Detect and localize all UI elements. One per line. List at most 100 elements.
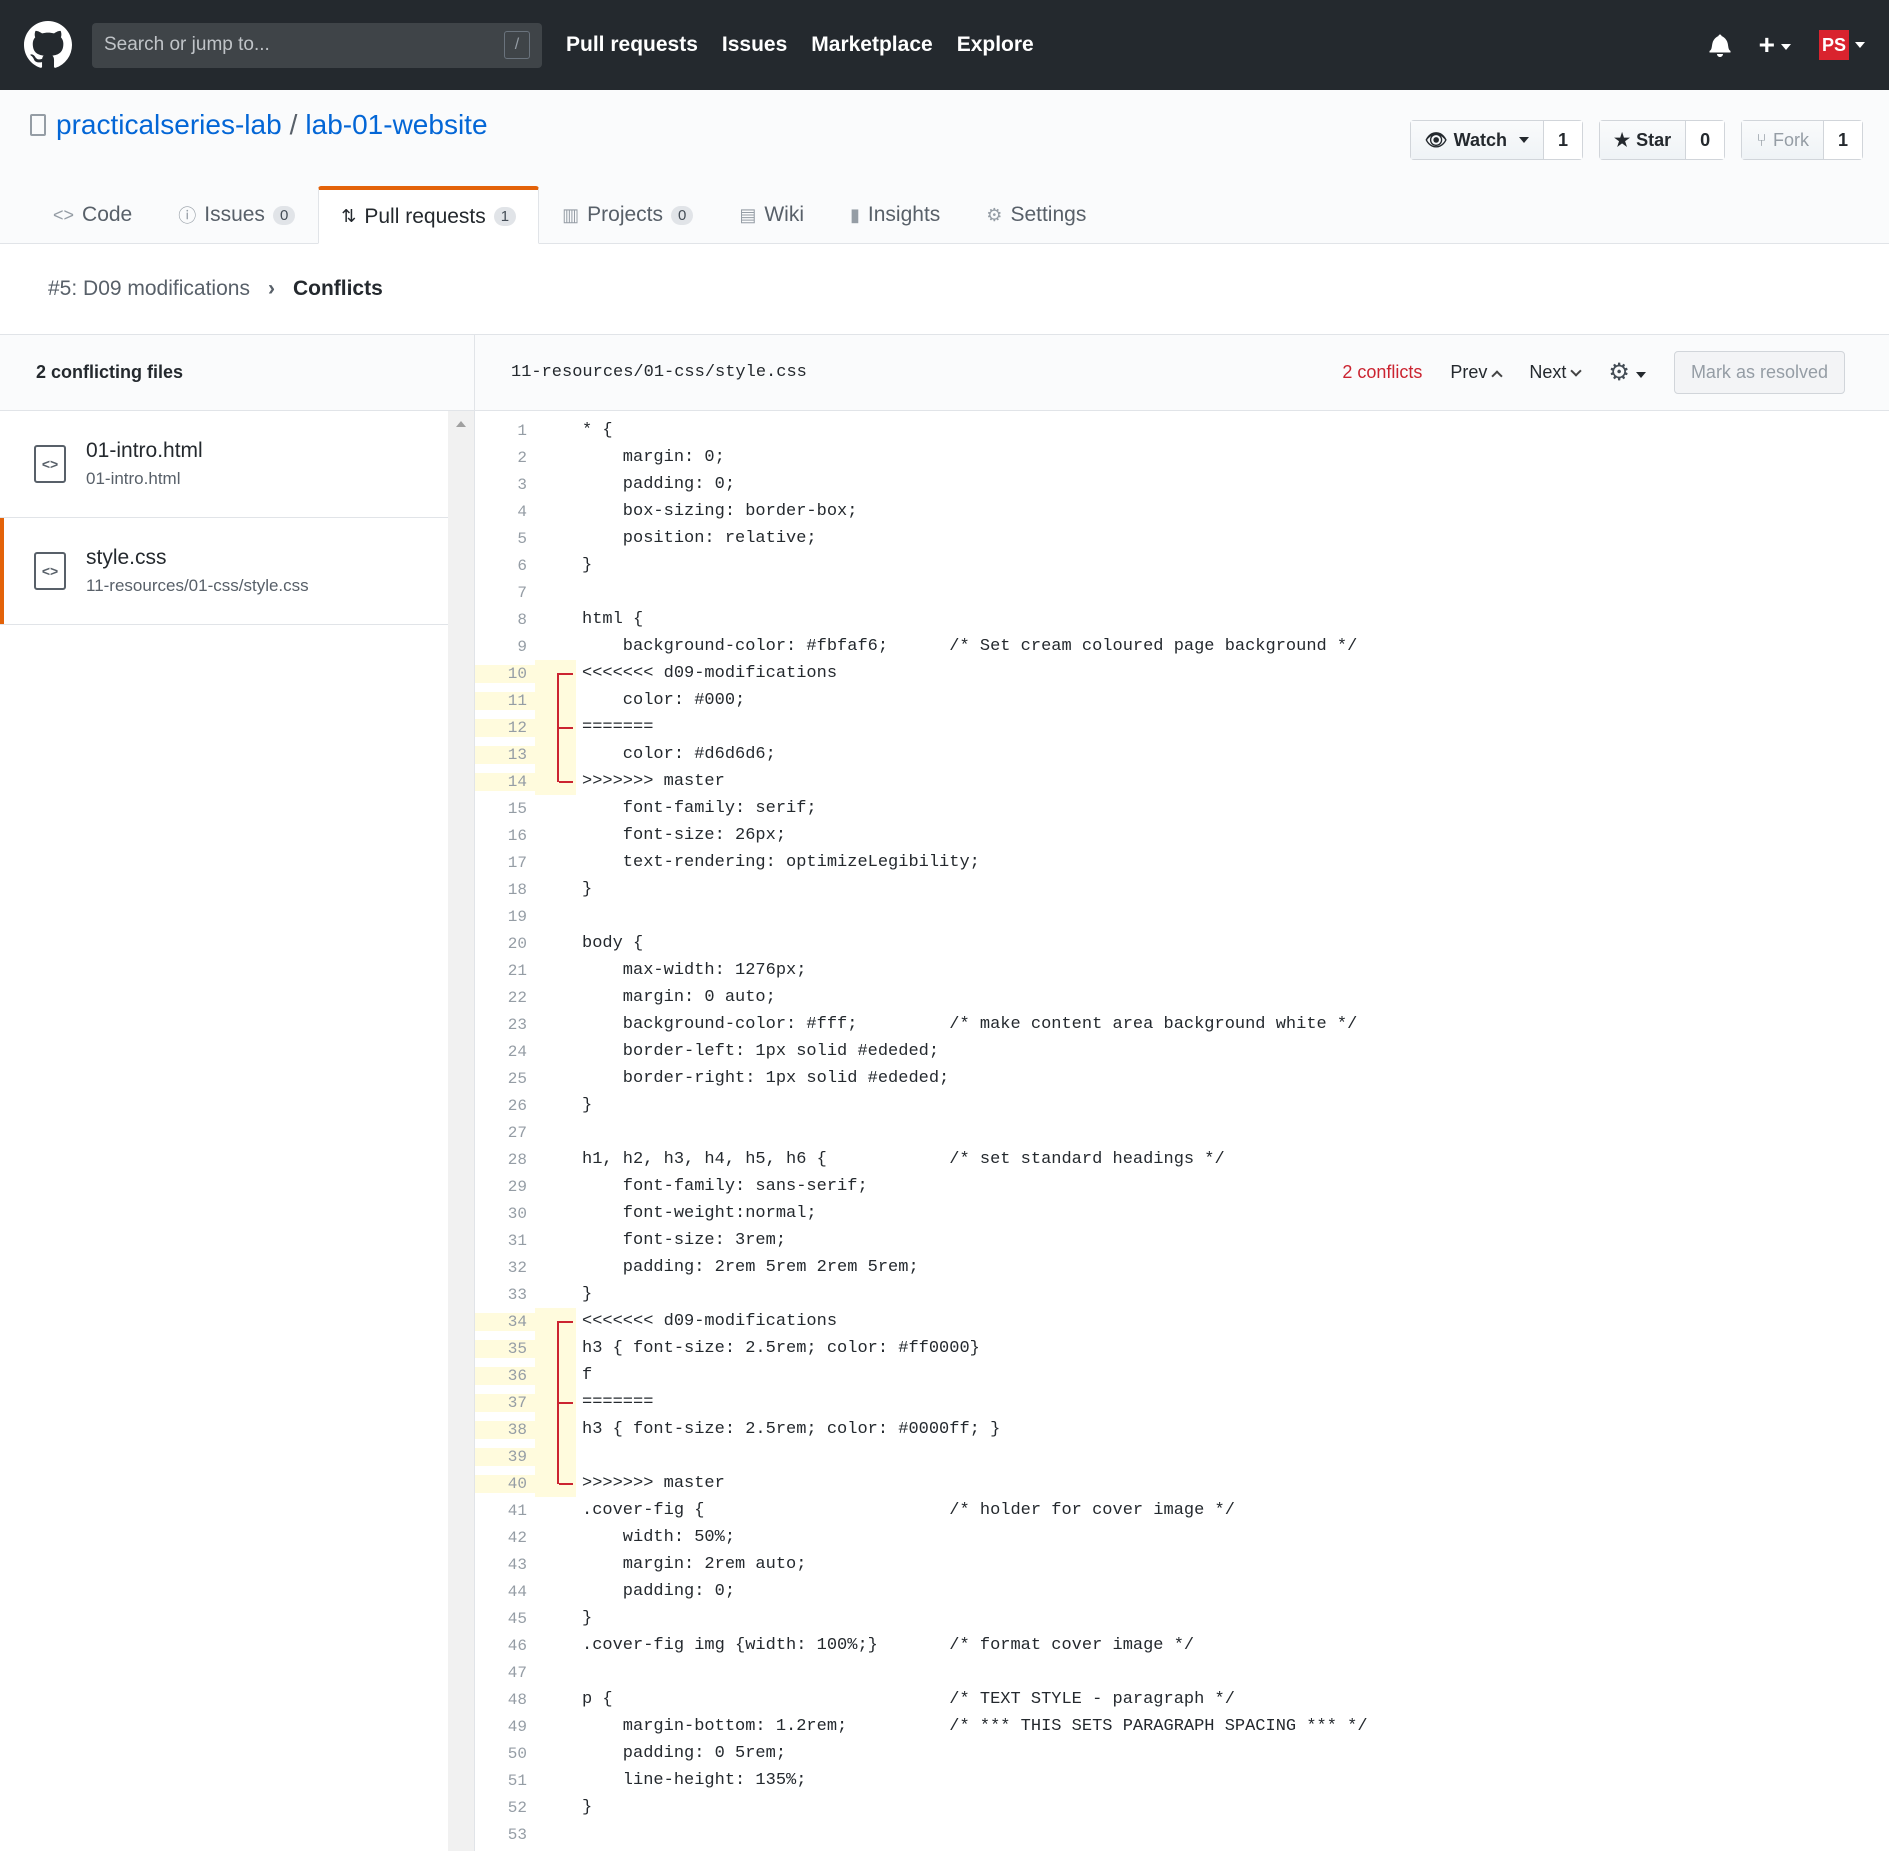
tab-projects[interactable]: ▥ Projects 0 [539,186,716,244]
code-line[interactable]: 17 text-rendering: optimizeLegibility; [475,849,1889,876]
code-line[interactable]: 47 [475,1659,1889,1686]
line-number: 5 [517,529,527,548]
code-line[interactable]: 45} [475,1605,1889,1632]
bell-icon[interactable] [1709,33,1731,57]
code-line[interactable]: 49 margin-bottom: 1.2rem; /* *** THIS SE… [475,1713,1889,1740]
code-line[interactable]: 48 p { /* TEXT STYLE - paragraph */ [475,1686,1889,1713]
code-line[interactable]: 22 margin: 0 auto; [475,984,1889,1011]
fork-count[interactable]: 1 [1823,121,1862,159]
tab-insights-label: Insights [867,203,941,226]
tab-wiki[interactable]: ▤ Wiki [716,186,827,244]
watch-button[interactable]: 👁 Watch [1410,121,1544,159]
code-line[interactable]: 44 padding: 0; [475,1578,1889,1605]
code-line[interactable]: 42 width: 50%; [475,1524,1889,1551]
code-text: font-size: 3rem; [582,1231,787,1250]
search-input[interactable]: Search or jump to... / [92,22,542,68]
code-line[interactable]: 52} [475,1794,1889,1821]
tab-insights[interactable]: ▮ Insights [827,186,963,244]
code-line[interactable]: 35 h3 { font-size: 2.5rem; color: #ff0000… [475,1335,1889,1362]
code-line[interactable]: 20 body { [475,930,1889,957]
code-line[interactable]: 30 font-weight:normal; [475,1200,1889,1227]
repo-owner-link[interactable]: practicalseries-lab [56,109,282,141]
code-line[interactable]: 41 .cover-fig { /* holder for cover image… [475,1497,1889,1524]
code-line[interactable]: 1 * { [475,417,1889,444]
github-logo-icon[interactable] [24,21,72,69]
code-line[interactable]: 37 ======= [475,1389,1889,1416]
code-line[interactable]: 24 border-left: 1px solid #ededed; [475,1038,1889,1065]
star-button[interactable]: ★ Star [1600,121,1687,159]
code-line[interactable]: 10 <<<<<<< d09-modifications [475,660,1889,687]
scroll-up-arrow-icon[interactable] [456,421,466,427]
code-line[interactable]: 3 padding: 0; [475,471,1889,498]
code-line[interactable]: 6} [475,552,1889,579]
editor-settings-button[interactable]: ⚙ [1608,358,1646,387]
code-line[interactable]: 38 h3 { font-size: 2.5rem; color: #0000ff… [475,1416,1889,1443]
user-menu[interactable]: PS [1819,30,1865,60]
tab-pull-requests[interactable]: ⇅ Pull requests 1 [318,186,540,244]
conflict-gutter [535,768,576,795]
code-line[interactable]: 9 background-color: #fbfaf6; /* Set crea… [475,633,1889,660]
tab-issues[interactable]: ⓘ Issues 0 [155,186,318,244]
code-line[interactable]: 51 line-height: 135%; [475,1767,1889,1794]
code-line[interactable]: 21 max-width: 1276px; [475,957,1889,984]
code-text: .cover-fig img {width: 100%;} /* format … [582,1636,1195,1655]
breadcrumb-pr-link[interactable]: #5: D09 modifications [48,277,250,301]
code-line[interactable]: 14 >>>>>>> master [475,768,1889,795]
code-line[interactable]: 39 [475,1443,1889,1470]
code-line[interactable]: 2 margin: 0; [475,444,1889,471]
code-line[interactable]: 53 [475,1821,1889,1848]
code-line[interactable]: 40 >>>>>>> master [475,1470,1889,1497]
code-line[interactable]: 8 html { [475,606,1889,633]
nav-explore[interactable]: Explore [957,33,1034,57]
mark-as-resolved-button[interactable]: Mark as resolved [1673,351,1845,394]
conflict-gutter [535,552,576,579]
chevron-down-icon [1518,137,1529,143]
code-line[interactable]: 4 box-sizing: border-box; [475,498,1889,525]
nav-pull-requests[interactable]: Pull requests [566,33,698,57]
code-line[interactable]: 25 border-right: 1px solid #ededed; [475,1065,1889,1092]
code-text: font-weight:normal; [582,1204,817,1223]
code-line[interactable]: 27 [475,1119,1889,1146]
code-line[interactable]: 50 padding: 0 5rem; [475,1740,1889,1767]
line-number: 28 [507,1150,527,1169]
code-line[interactable]: 11 color: #000; [475,687,1889,714]
code-line[interactable]: 33} [475,1281,1889,1308]
code-line[interactable]: 36 f [475,1362,1889,1389]
file-item-selected[interactable]: <> style.css 11-resources/01-css/style.c… [0,518,449,625]
code-line[interactable]: 19 [475,903,1889,930]
code-line[interactable]: 26} [475,1092,1889,1119]
code-line[interactable]: 31 font-size: 3rem; [475,1227,1889,1254]
code-line[interactable]: 32 padding: 2rem 5rem 2rem 5rem; [475,1254,1889,1281]
nav-marketplace[interactable]: Marketplace [811,33,932,57]
watch-count[interactable]: 1 [1543,121,1582,159]
file-item[interactable]: <> 01-intro.html 01-intro.html [0,411,449,518]
nav-issues[interactable]: Issues [722,33,787,57]
sidebar-scrollbar[interactable] [448,411,474,1851]
code-line[interactable]: 12 ======= [475,714,1889,741]
code-line[interactable]: 13 color: #d6d6d6; [475,741,1889,768]
code-line[interactable]: 46 .cover-fig img {width: 100%;} /* forma… [475,1632,1889,1659]
star-count[interactable]: 0 [1686,121,1725,159]
tab-code[interactable]: <> Code [30,186,155,244]
code-line[interactable]: 18} [475,876,1889,903]
code-line[interactable]: 15 font-family: serif; [475,795,1889,822]
code-line[interactable]: 34 <<<<<<< d09-modifications [475,1308,1889,1335]
code-line[interactable]: 23 background-color: #fff; /* make conte… [475,1011,1889,1038]
repo-name-link[interactable]: lab-01-website [305,109,487,141]
create-new-button[interactable]: + [1759,29,1791,61]
line-number: 35 [475,1339,535,1358]
code-line[interactable]: 28 h1, h2, h3, h4, h5, h6 { /* set standa… [475,1146,1889,1173]
tab-settings[interactable]: ⚙ Settings [963,186,1109,244]
code-line[interactable]: 5 position: relative; [475,525,1889,552]
code-editor[interactable]: 1 * {2 margin: 0; 3 padding: 0; 4 box-sizin… [475,411,1889,1848]
next-conflict-button[interactable]: Next [1529,362,1583,383]
prev-conflict-button[interactable]: Prev [1450,362,1504,383]
code-line[interactable]: 29 font-family: sans-serif; [475,1173,1889,1200]
code-line[interactable]: 43 margin: 2rem auto; [475,1551,1889,1578]
code-line[interactable]: 7 [475,579,1889,606]
line-number: 22 [507,988,527,1007]
line-number: 40 [475,1474,535,1493]
code-line[interactable]: 16 font-size: 26px; [475,822,1889,849]
line-number: 37 [475,1393,535,1412]
fork-button[interactable]: ⑂ Fork [1742,121,1824,159]
